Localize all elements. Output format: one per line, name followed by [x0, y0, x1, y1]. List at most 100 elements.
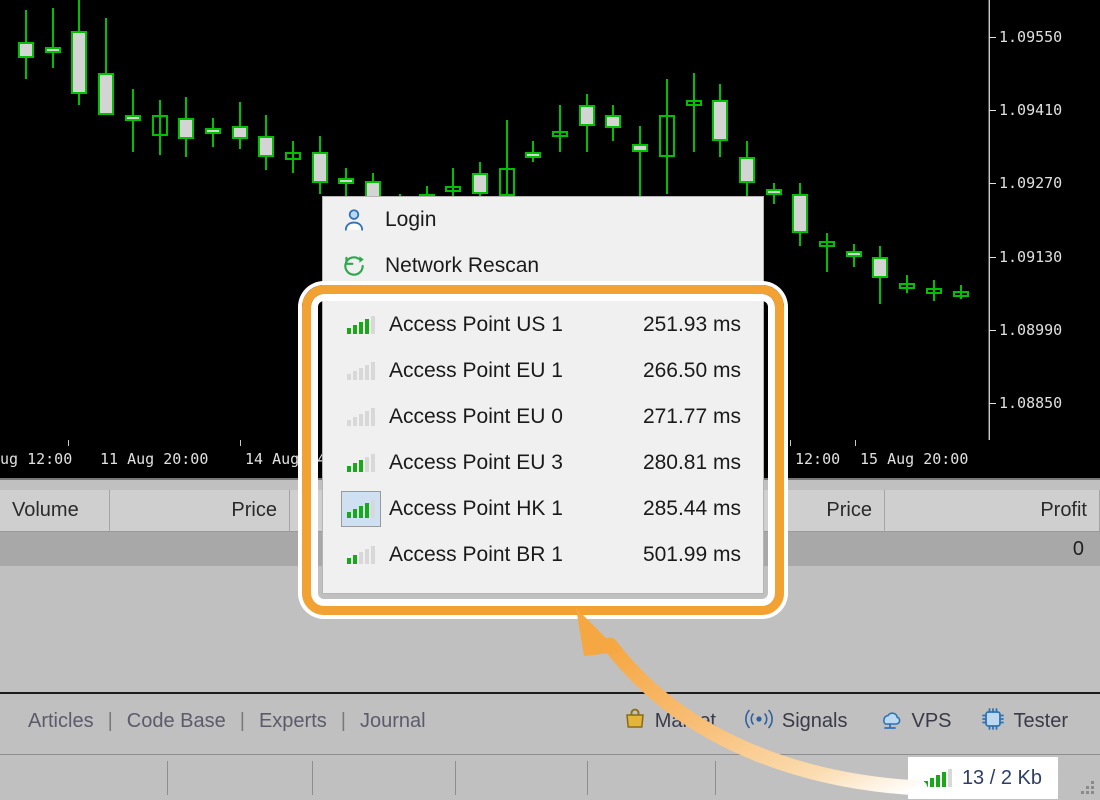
navbar-item-tester[interactable]: Tester	[966, 706, 1082, 737]
signal-strength-icon	[341, 353, 381, 389]
signal-strength-icon	[341, 399, 381, 435]
status-cell-1	[0, 761, 168, 795]
access-point-row[interactable]: Access Point BR 1 501.99 ms	[323, 532, 763, 578]
candlestick	[125, 0, 141, 440]
time-axis-tick: 15 Aug 20:00	[860, 450, 968, 468]
candlestick	[766, 0, 782, 440]
time-axis-tick: ug 12:00	[0, 450, 72, 468]
time-axis-mark	[240, 440, 241, 446]
access-point-ping: 266.50 ms	[643, 359, 763, 383]
candlestick	[846, 0, 862, 440]
access-point-ping: 285.44 ms	[643, 497, 763, 521]
refresh-icon	[341, 253, 385, 279]
access-point-name: Access Point US 1	[389, 313, 563, 337]
access-point-ping: 271.77 ms	[643, 405, 763, 429]
access-point-ping: 251.93 ms	[643, 313, 763, 337]
access-point-row[interactable]: Access Point EU 3 280.81 ms	[323, 440, 763, 486]
time-axis-tick: 11 Aug 20:00	[100, 450, 208, 468]
status-cell-5	[588, 761, 716, 795]
status-bar: 13 / 2 Kb	[0, 754, 1100, 800]
access-point-row[interactable]: Access Point HK 1 285.44 ms	[323, 486, 763, 532]
candlestick	[872, 0, 888, 440]
network-traffic-label: 13 / 2 Kb	[962, 767, 1042, 790]
candlestick	[178, 0, 194, 440]
navbar-tab-code-base[interactable]: Code Base	[113, 710, 240, 733]
candlestick	[926, 0, 942, 440]
time-axis-mark	[68, 440, 69, 446]
bottom-navbar: Articles|Code Base|Experts|Journal Marke…	[0, 692, 1100, 748]
resize-grip-icon[interactable]	[1080, 780, 1094, 794]
navbar-tabs: Articles|Code Base|Experts|Journal	[0, 710, 440, 733]
candlestick	[232, 0, 248, 440]
navbar-tab-experts[interactable]: Experts	[245, 710, 341, 733]
navbar-item-label: VPS	[912, 710, 952, 733]
price-axis-tick: 1.09410	[989, 101, 1062, 119]
menu-item-login-label: Login	[385, 208, 436, 232]
candlestick	[258, 0, 274, 440]
access-point-name: Access Point EU 0	[389, 405, 563, 429]
candlestick	[899, 0, 915, 440]
menu-item-login[interactable]: Login	[323, 197, 763, 243]
network-status-indicator[interactable]: 13 / 2 Kb	[908, 757, 1058, 799]
status-cell-3	[313, 761, 456, 795]
table-column-header[interactable]: Profit	[885, 490, 1100, 531]
time-axis-tick: 14 Aug 04	[245, 450, 326, 468]
menu-item-network-rescan[interactable]: Network Rescan	[323, 243, 763, 289]
access-point-list: Access Point US 1 251.93 ms Access Point E…	[323, 302, 763, 578]
candlestick	[98, 0, 114, 440]
broadcast-icon	[744, 707, 774, 736]
price-axis-tick: 1.09550	[989, 28, 1062, 46]
price-axis-tick: 1.08990	[989, 321, 1062, 339]
price-axis-tick: 1.09270	[989, 174, 1062, 192]
navbar-tab-articles[interactable]: Articles	[14, 710, 108, 733]
access-point-name: Access Point HK 1	[389, 497, 563, 521]
menu-separator	[339, 295, 749, 296]
candlestick	[285, 0, 301, 440]
navbar-item-label: Tester	[1014, 710, 1068, 733]
navbar-item-label: Market	[655, 710, 716, 733]
time-axis-tick: 12:00	[795, 450, 840, 468]
access-point-row[interactable]: Access Point EU 0 271.77 ms	[323, 394, 763, 440]
candlestick	[152, 0, 168, 440]
navbar-item-market[interactable]: Market	[609, 707, 730, 736]
access-point-name: Access Point EU 1	[389, 359, 563, 383]
status-cell-2	[168, 761, 313, 795]
price-axis-line	[989, 0, 990, 440]
access-point-name: Access Point EU 3	[389, 451, 563, 475]
table-column-header[interactable]: Price	[780, 490, 885, 531]
candlestick	[18, 0, 34, 440]
candlestick	[71, 0, 87, 440]
candlestick	[953, 0, 969, 440]
cell-profit: 0	[1073, 538, 1100, 561]
candlestick	[205, 0, 221, 440]
shopping-bag-icon	[623, 707, 647, 736]
signal-strength-icon	[341, 537, 381, 573]
network-context-menu[interactable]: Login Network Rescan Access Point US 1 25…	[322, 196, 764, 594]
signal-strength-icon	[341, 491, 381, 527]
user-icon	[341, 207, 385, 233]
signal-strength-icon	[341, 307, 381, 343]
app-root: 1.09550 1.09410 1.09270 1.09130 1.08990 1.088…	[0, 0, 1100, 800]
cloud-icon	[876, 707, 904, 736]
navbar-item-signals[interactable]: Signals	[730, 707, 862, 736]
price-axis-tick: 1.09130	[989, 248, 1062, 266]
chip-icon	[980, 706, 1006, 737]
menu-item-network-rescan-label: Network Rescan	[385, 254, 539, 278]
price-axis[interactable]: 1.09550 1.09410 1.09270 1.09130 1.08990 1.088…	[988, 0, 1100, 440]
signal-strength-icon	[341, 445, 381, 481]
access-point-ping: 280.81 ms	[643, 451, 763, 475]
access-point-ping: 501.99 ms	[643, 543, 763, 567]
time-axis-mark	[790, 440, 791, 446]
price-axis-tick: 1.08850	[989, 394, 1062, 412]
navbar-item-vps[interactable]: VPS	[862, 707, 966, 736]
signal-strength-icon	[924, 769, 952, 787]
table-column-header[interactable]: Price	[110, 490, 290, 531]
navbar-tab-journal[interactable]: Journal	[346, 710, 440, 733]
table-column-header[interactable]: Volume	[0, 490, 110, 531]
access-point-row[interactable]: Access Point US 1 251.93 ms	[323, 302, 763, 348]
access-point-row[interactable]: Access Point EU 1 266.50 ms	[323, 348, 763, 394]
access-point-name: Access Point BR 1	[389, 543, 563, 567]
time-axis-mark	[855, 440, 856, 446]
navbar-item-label: Signals	[782, 710, 848, 733]
navbar-tools: Market Signals VPS Tester	[609, 706, 1100, 737]
